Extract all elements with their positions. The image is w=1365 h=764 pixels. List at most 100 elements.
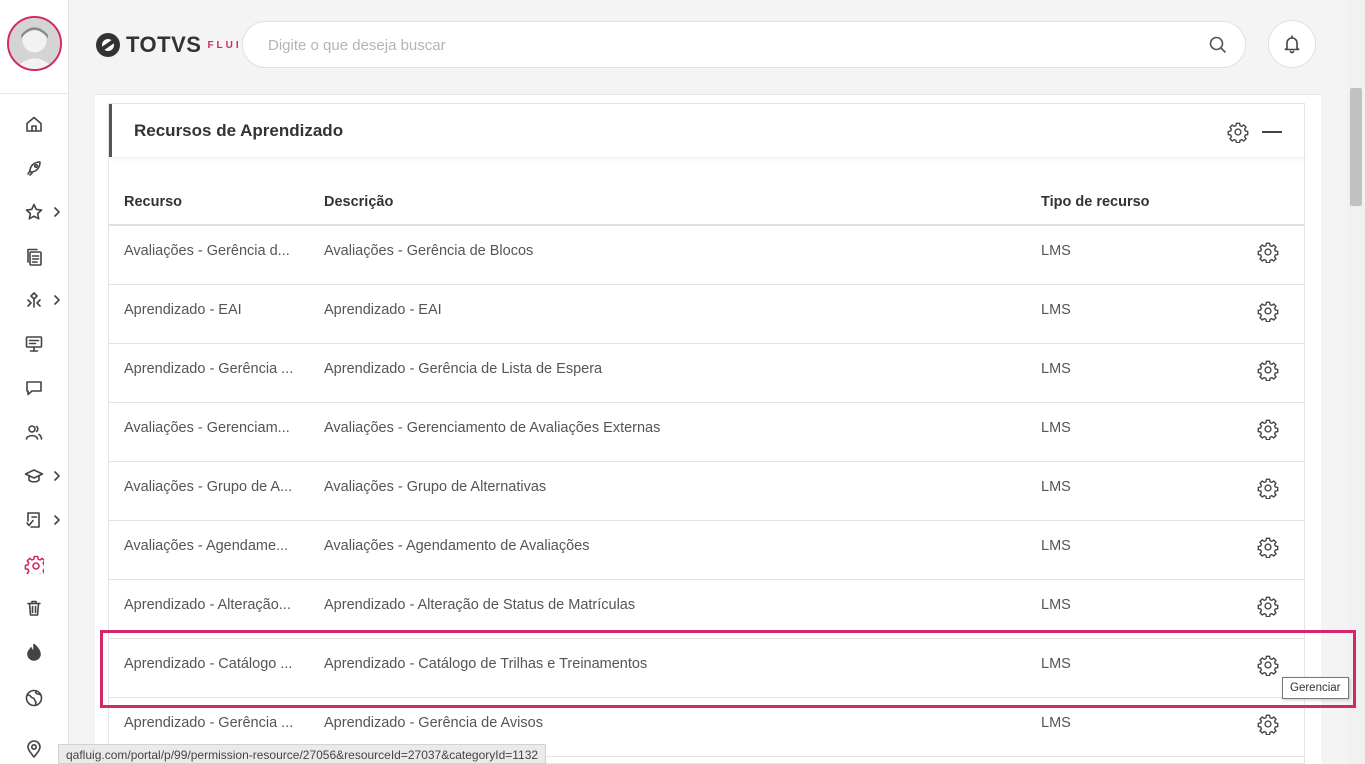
cell-tipo-recurso: LMS — [1041, 479, 1071, 495]
cell-tipo-recurso: LMS — [1041, 656, 1071, 672]
avatar[interactable] — [7, 16, 62, 71]
page-scrollbar-thumb[interactable] — [1350, 88, 1362, 206]
location-icon — [26, 740, 41, 758]
cell-descricao: Avaliações - Grupo de Alternativas — [324, 479, 547, 495]
sidebar-item-users[interactable] — [0, 414, 69, 450]
cell-descricao: Avaliações - Gerenciamento de Avaliações… — [324, 420, 661, 436]
cell-recurso: Avaliações - Gerenciam... — [124, 420, 290, 436]
cell-tipo-recurso: LMS — [1041, 302, 1071, 318]
link-status-bar: qafluig.com/portal/p/99/permission-resou… — [58, 744, 547, 764]
chat-icon — [25, 381, 42, 396]
sidebar-item-checklist[interactable] — [0, 502, 69, 538]
cell-tipo-recurso: LMS — [1041, 243, 1071, 259]
manage-gear-icon[interactable] — [1257, 477, 1279, 499]
sidebar-item-chat[interactable] — [0, 370, 69, 406]
panel-minimize-button[interactable] — [1262, 131, 1282, 133]
table-row[interactable]: Avaliações - Gerência d... Avaliações - G… — [109, 226, 1304, 285]
manage-gear-icon[interactable] — [1257, 654, 1279, 676]
cell-descricao: Aprendizado - Catálogo de Trilhas e Trei… — [324, 656, 648, 672]
home-icon — [25, 116, 42, 132]
cell-descricao: Avaliações - Agendamento de Avaliações — [324, 538, 590, 554]
cell-tipo-recurso: LMS — [1041, 715, 1071, 731]
table-row[interactable]: Aprendizado - EAI Aprendizado - EAI LMS — [109, 285, 1304, 344]
globe-icon — [25, 689, 42, 707]
presentation-icon — [25, 336, 42, 352]
star-icon — [25, 203, 42, 220]
table-row[interactable]: Aprendizado - Alteração... Aprendizado - … — [109, 580, 1304, 639]
flame-icon — [26, 643, 41, 661]
cell-recurso: Aprendizado - Alteração... — [124, 597, 291, 613]
panel-title: Recursos de Aprendizado — [134, 121, 344, 140]
workflow-icon — [26, 292, 41, 308]
cell-tipo-recurso: LMS — [1041, 420, 1071, 436]
cell-descricao: Aprendizado - Alteração de Status de Mat… — [324, 597, 636, 613]
cell-tipo-recurso: LMS — [1041, 361, 1071, 377]
manage-gear-icon[interactable] — [1257, 536, 1279, 558]
table-row[interactable]: Avaliações - Gerenciam... Avaliações - Ge… — [109, 403, 1304, 462]
checklist-icon — [25, 512, 40, 528]
sidebar-item-rocket[interactable] — [0, 150, 69, 186]
cell-descricao: Aprendizado - EAI — [324, 302, 442, 318]
rocket-icon — [26, 161, 41, 176]
manage-tooltip: Gerenciar — [1282, 677, 1349, 699]
search-bar — [242, 21, 1246, 68]
chevron-right-icon — [54, 295, 60, 305]
cell-recurso: Avaliações - Agendame... — [124, 538, 289, 554]
table-row[interactable]: Avaliações - Agendame... Avaliações - Age… — [109, 521, 1304, 580]
cell-recurso: Aprendizado - Gerência ... — [124, 361, 294, 377]
trash-icon — [26, 600, 41, 616]
column-header-descricao[interactable]: Descrição — [324, 194, 393, 210]
search-icon[interactable] — [1209, 36, 1227, 54]
cell-recurso: Aprendizado - EAI — [124, 302, 242, 318]
cell-descricao: Aprendizado - Gerência de Avisos — [324, 715, 543, 731]
logo-text: TOTVS — [126, 32, 202, 57]
learning-resources-panel: Recursos de Aprendizado Recurso Descriçã… — [108, 103, 1305, 764]
search-input[interactable] — [268, 34, 1168, 56]
cell-descricao: Aprendizado - Gerência de Lista de Esper… — [324, 361, 603, 377]
table-row[interactable]: Aprendizado - Gerência ... Aprendizado - … — [109, 344, 1304, 403]
sidebar — [0, 0, 69, 764]
chevron-right-icon — [54, 207, 60, 217]
panel-header: Recursos de Aprendizado — [109, 104, 1306, 157]
graduation-cap-icon — [24, 469, 43, 483]
table-row[interactable]: Aprendizado - Catálogo ... Aprendizado - … — [109, 639, 1304, 698]
column-header-recurso[interactable]: Recurso — [124, 194, 182, 210]
sidebar-item-presentation[interactable] — [0, 326, 69, 362]
documents-icon — [26, 248, 42, 266]
sidebar-item-graduation-cap[interactable] — [0, 458, 69, 494]
chevron-right-icon — [54, 471, 60, 481]
manage-gear-icon[interactable] — [1257, 595, 1279, 617]
cell-recurso: Avaliações - Gerência d... — [124, 243, 290, 259]
manage-gear-icon[interactable] — [1257, 359, 1279, 381]
cell-recurso: Aprendizado - Gerência ... — [124, 715, 294, 731]
sidebar-item-star[interactable] — [0, 194, 69, 230]
avatar-icon — [9, 18, 60, 69]
panel-settings-gear-icon[interactable] — [1227, 121, 1249, 143]
sidebar-item-gear[interactable] — [0, 546, 69, 582]
gear-icon — [24, 555, 44, 574]
cell-recurso: Aprendizado - Catálogo ... — [124, 656, 293, 672]
sidebar-item-globe[interactable] — [0, 680, 69, 716]
sidebar-item-trash[interactable] — [0, 590, 69, 626]
sidebar-item-documents[interactable] — [0, 239, 69, 275]
cell-descricao: Avaliações - Gerência de Blocos — [324, 243, 534, 259]
table-row[interactable]: Avaliações - Grupo de A... Avaliações - G… — [109, 462, 1304, 521]
totvs-fluig-logo[interactable]: TOTVS FLUIG — [95, 30, 252, 60]
cell-tipo-recurso: LMS — [1041, 538, 1071, 554]
manage-gear-icon[interactable] — [1257, 300, 1279, 322]
notifications-button[interactable] — [1268, 20, 1316, 68]
cell-recurso: Avaliações - Grupo de A... — [124, 479, 293, 495]
manage-gear-icon[interactable] — [1257, 241, 1279, 263]
manage-gear-icon[interactable] — [1257, 418, 1279, 440]
column-header-tipo-recurso[interactable]: Tipo de recurso — [1041, 194, 1150, 210]
chevron-right-icon — [54, 515, 60, 525]
sidebar-item-workflow[interactable] — [0, 282, 69, 318]
bell-icon — [1284, 35, 1300, 54]
totvs-logo-icon — [96, 33, 120, 57]
sidebar-item-flame[interactable] — [0, 634, 69, 670]
users-icon — [25, 425, 42, 440]
manage-gear-icon[interactable] — [1257, 713, 1279, 735]
sidebar-divider — [0, 93, 69, 94]
sidebar-item-home[interactable] — [0, 106, 69, 142]
cell-tipo-recurso: LMS — [1041, 597, 1071, 613]
